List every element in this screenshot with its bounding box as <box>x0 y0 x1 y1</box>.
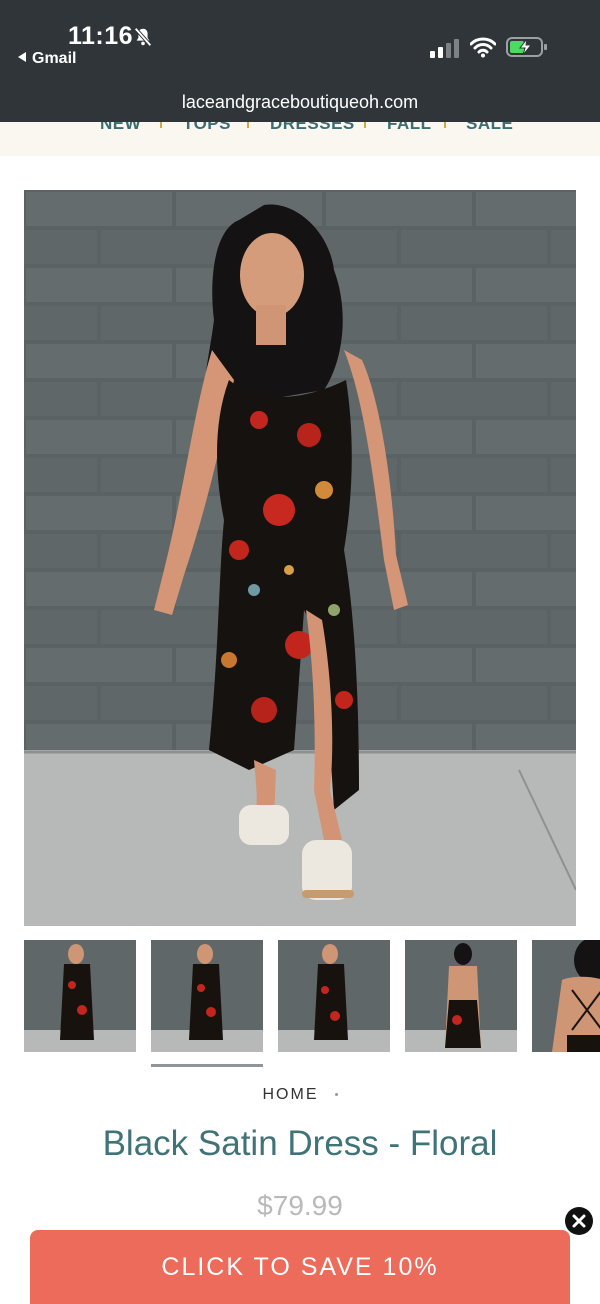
thumbnail-5[interactable] <box>532 940 600 1052</box>
breadcrumb-home-link[interactable]: HOME <box>263 1086 319 1103</box>
back-label: Gmail <box>32 50 77 67</box>
thumbnail-1[interactable] <box>24 940 136 1052</box>
thumbnail-photo <box>532 940 600 1052</box>
bell-slash-icon <box>134 27 152 47</box>
close-popup-button[interactable] <box>565 1207 593 1235</box>
breadcrumb-separator <box>334 1093 338 1096</box>
clock: 11:16 <box>68 22 134 50</box>
nav-item-sale[interactable]: SALE <box>466 122 513 134</box>
save-10-percent-button[interactable]: CLICK TO SAVE 10% <box>30 1230 570 1304</box>
nav-item-new[interactable]: NEW <box>100 122 141 134</box>
close-icon <box>572 1214 586 1228</box>
address-bar-url[interactable]: laceandgraceboutiqueoh.com <box>0 92 600 113</box>
product-price: $79.99 <box>257 1190 343 1221</box>
selected-thumbnail-indicator <box>151 1064 263 1067</box>
nav-separator <box>444 122 446 128</box>
signal-icon <box>430 39 459 58</box>
back-to-gmail-link[interactable]: Gmail <box>18 50 76 68</box>
wifi-icon <box>470 37 496 58</box>
product-title: Black Satin Dress - Floral <box>102 1124 498 1163</box>
thumbnail-photo <box>278 940 390 1052</box>
battery-charging-icon <box>506 37 547 57</box>
thumbnail-photo <box>24 940 136 1052</box>
status-bar: 11:16 Gmail laceandgraceboutiqueoh.com <box>0 0 600 122</box>
product-photo <box>24 190 576 926</box>
nav-item-dresses[interactable]: DRESSES <box>270 122 355 134</box>
nav-item-tops[interactable]: TOPS <box>183 122 231 134</box>
page: 11:16 Gmail laceandgraceboutiqueoh.com N… <box>0 0 600 1304</box>
thumbnail-3[interactable] <box>278 940 390 1052</box>
product-main-image[interactable] <box>24 190 576 926</box>
thumbnail-photo <box>151 940 263 1052</box>
nav-item-fall[interactable]: FALL <box>387 122 432 134</box>
thumbnail-4[interactable] <box>405 940 517 1052</box>
thumbnail-photo <box>405 940 517 1052</box>
nav-separator <box>247 122 249 128</box>
back-arrow-icon <box>18 52 26 62</box>
nav-separator <box>160 122 162 128</box>
breadcrumb: HOME <box>0 1086 600 1104</box>
thumbnail-2[interactable] <box>151 940 263 1052</box>
thumbnail-strip <box>24 940 600 1054</box>
nav-separator <box>364 122 366 128</box>
category-nav: NEW TOPS DRESSES FALL SALE <box>0 122 600 156</box>
